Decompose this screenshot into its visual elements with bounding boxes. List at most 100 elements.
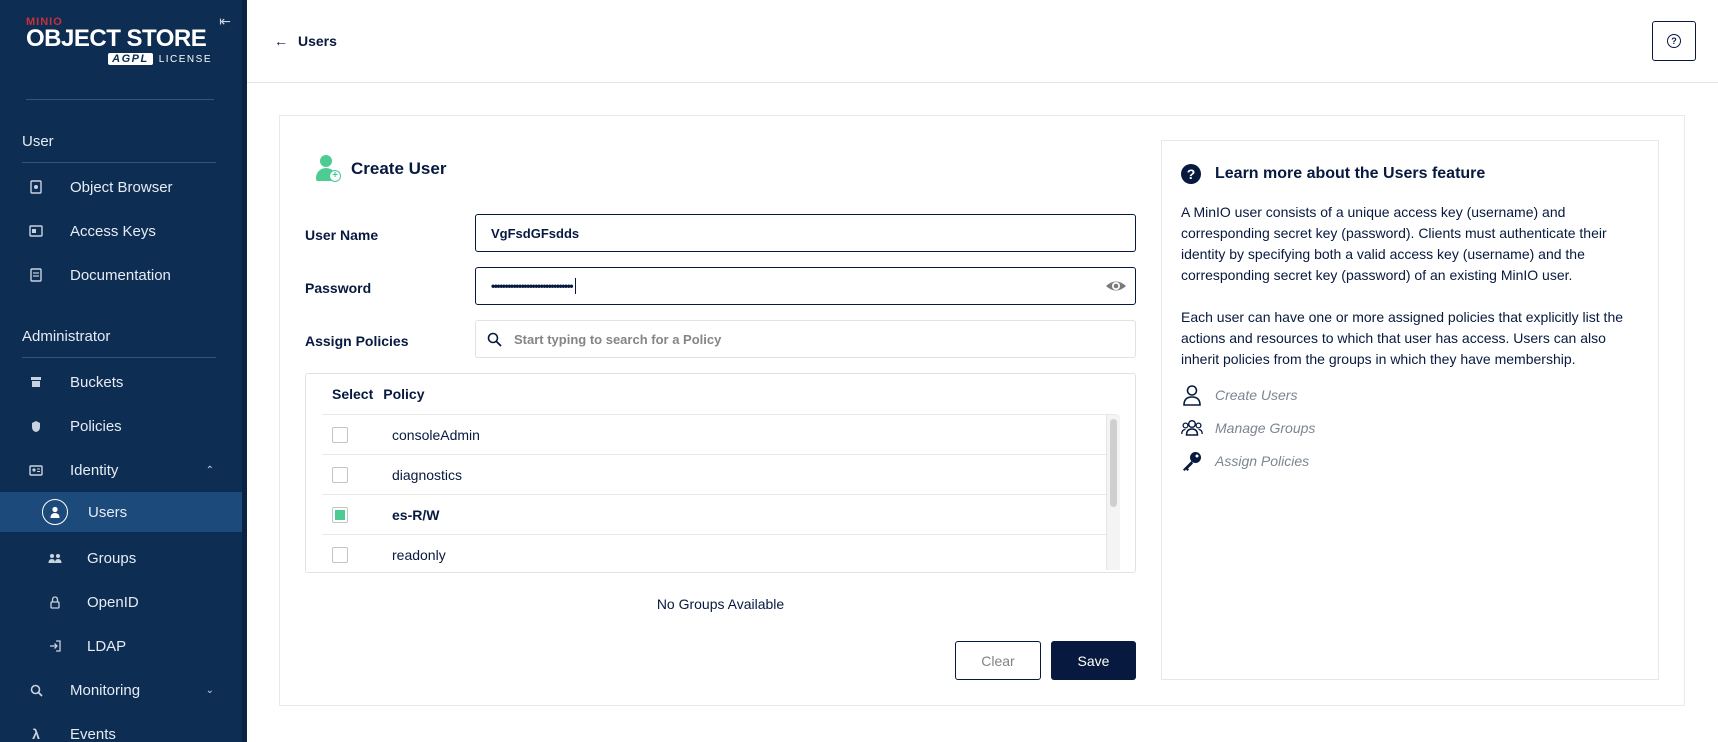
question-icon: ?: [1667, 34, 1681, 48]
username-label: User Name: [305, 227, 379, 243]
identity-icon: [28, 462, 44, 478]
monitoring-icon: [28, 682, 44, 698]
help-title: ? Learn more about the Users feature: [1181, 164, 1485, 184]
help-link-manage-groups[interactable]: Manage Groups: [1181, 417, 1315, 439]
search-icon: [487, 332, 502, 347]
sidebar-item-documentation[interactable]: Documentation: [0, 255, 242, 295]
sidebar-item-access-keys[interactable]: Access Keys: [0, 211, 242, 251]
help-button[interactable]: ?: [1652, 21, 1696, 61]
policy-name: es-R/W: [392, 506, 440, 523]
policy-checkbox[interactable]: [332, 506, 348, 523]
sidebar-item-object-browser[interactable]: Object Browser: [0, 167, 242, 207]
password-label: Password: [305, 280, 372, 296]
back-label: Users: [298, 33, 337, 49]
object-browser-icon: [28, 179, 44, 195]
help-paragraph: Each user can have one or more assigned …: [1181, 309, 1624, 367]
scrollbar-thumb[interactable]: [1110, 419, 1117, 507]
policy-search-input[interactable]: Start typing to search for a Policy: [475, 320, 1136, 358]
divider: [26, 99, 214, 100]
back-link[interactable]: ← Users: [274, 33, 337, 49]
sidebar-item-label: Buckets: [70, 373, 124, 391]
help-link-label: Assign Policies: [1215, 453, 1310, 469]
password-field[interactable]: ••••••••••••••••••••••••••••••: [475, 267, 1136, 305]
sidebar: MINIO OBJECT STORE AGPL LICENSE ⇤ User O…: [0, 0, 247, 742]
sidebar-item-label: Documentation: [70, 266, 171, 284]
sidebar-item-policies[interactable]: Policies: [0, 406, 242, 446]
sidebar-item-ldap[interactable]: LDAP: [0, 626, 242, 666]
sidebar-item-identity[interactable]: Identity ⌃: [0, 450, 242, 490]
search-placeholder: Start typing to search for a Policy: [514, 331, 722, 347]
sidebar-edge: [242, 0, 247, 742]
save-button[interactable]: Save: [1051, 641, 1136, 680]
table-row[interactable]: es-R/W: [322, 494, 1117, 534]
user-icon: [42, 499, 68, 525]
agpl-badge: AGPL: [108, 53, 153, 65]
sidebar-item-openid[interactable]: OpenID: [0, 582, 242, 622]
sidebar-item-label: Groups: [87, 549, 137, 567]
help-link-label: Manage Groups: [1215, 420, 1316, 436]
lambda-icon: λ: [32, 726, 40, 742]
sidebar-item-label: Access Keys: [70, 222, 156, 240]
sidebar-item-groups[interactable]: Groups: [0, 538, 242, 578]
groups-outline-icon: [1181, 420, 1203, 436]
license-label: LICENSE: [158, 53, 212, 65]
column-select: Select: [332, 386, 374, 402]
help-link-assign-policies[interactable]: Assign Policies: [1181, 450, 1309, 472]
help-link-create-users[interactable]: Create Users: [1181, 384, 1297, 406]
documentation-icon: [28, 267, 44, 283]
table-row[interactable]: diagnostics: [322, 454, 1117, 494]
user-outline-icon: [1183, 385, 1201, 406]
login-icon: [47, 638, 63, 654]
policy-name: diagnostics: [392, 466, 463, 483]
section-title-user: User: [22, 133, 54, 150]
form-title: + Create User: [315, 155, 446, 183]
sidebar-item-label: Policies: [70, 417, 122, 435]
sidebar-item-label: LDAP: [87, 637, 127, 655]
clear-button[interactable]: Clear: [955, 641, 1041, 680]
key-icon: [1183, 452, 1201, 471]
sidebar-item-label: Monitoring: [70, 681, 141, 699]
groups-icon: [47, 550, 63, 566]
table-row[interactable]: readonly: [322, 534, 1117, 572]
chevron-up-icon: ⌃: [205, 464, 214, 476]
username-field[interactable]: VgFsdGFsdds: [475, 214, 1136, 252]
help-circle-icon: ?: [1181, 164, 1201, 184]
section-title-administrator: Administrator: [22, 328, 111, 345]
help-link-label: Create Users: [1215, 387, 1298, 403]
assign-policies-label: Assign Policies: [305, 333, 409, 349]
policy-checkbox[interactable]: [332, 466, 348, 483]
eye-icon[interactable]: [1105, 277, 1127, 295]
sidebar-item-label: Object Browser: [70, 178, 173, 196]
sidebar-item-events[interactable]: λ Events: [0, 714, 242, 742]
arrow-left-icon: ←: [274, 33, 288, 49]
divider: [22, 162, 216, 163]
collapse-sidebar-icon[interactable]: ⇤: [216, 12, 234, 30]
username-value: VgFsdGFsdds: [491, 225, 580, 241]
add-user-icon: +: [315, 155, 341, 183]
table-header: Select Policy: [332, 386, 425, 402]
policy-name: readonly: [392, 546, 446, 563]
policy-checkbox[interactable]: [332, 546, 348, 563]
sidebar-item-label: Users: [88, 503, 128, 521]
header: ← Users ?: [247, 0, 1718, 83]
logo-title: OBJECT STORE: [26, 25, 207, 52]
help-title-text: Learn more about the Users feature: [1215, 165, 1486, 182]
policy-checkbox[interactable]: [332, 426, 348, 443]
help-paragraph: A MinIO user consists of a unique access…: [1181, 204, 1607, 283]
sidebar-item-monitoring[interactable]: Monitoring ⌄: [0, 670, 242, 710]
chevron-down-icon: ⌄: [205, 684, 214, 696]
sidebar-item-label: Events: [70, 725, 116, 742]
table-row[interactable]: consoleAdmin: [322, 414, 1117, 454]
policies-icon: [28, 418, 44, 434]
sidebar-item-buckets[interactable]: Buckets: [0, 362, 242, 402]
sidebar-item-users[interactable]: Users: [0, 492, 242, 532]
password-value: ••••••••••••••••••••••••••••••: [491, 279, 574, 293]
lock-icon: [47, 594, 63, 610]
minio-logo: MINIO OBJECT STORE AGPL LICENSE: [26, 16, 216, 76]
no-groups-message: No Groups Available: [656, 596, 785, 612]
access-keys-icon: [28, 223, 44, 239]
policy-name: consoleAdmin: [392, 426, 480, 443]
sidebar-item-label: OpenID: [87, 593, 139, 611]
policy-table: Select Policy consoleAdmin diagnostics e…: [305, 373, 1136, 573]
buckets-icon: [28, 374, 44, 390]
